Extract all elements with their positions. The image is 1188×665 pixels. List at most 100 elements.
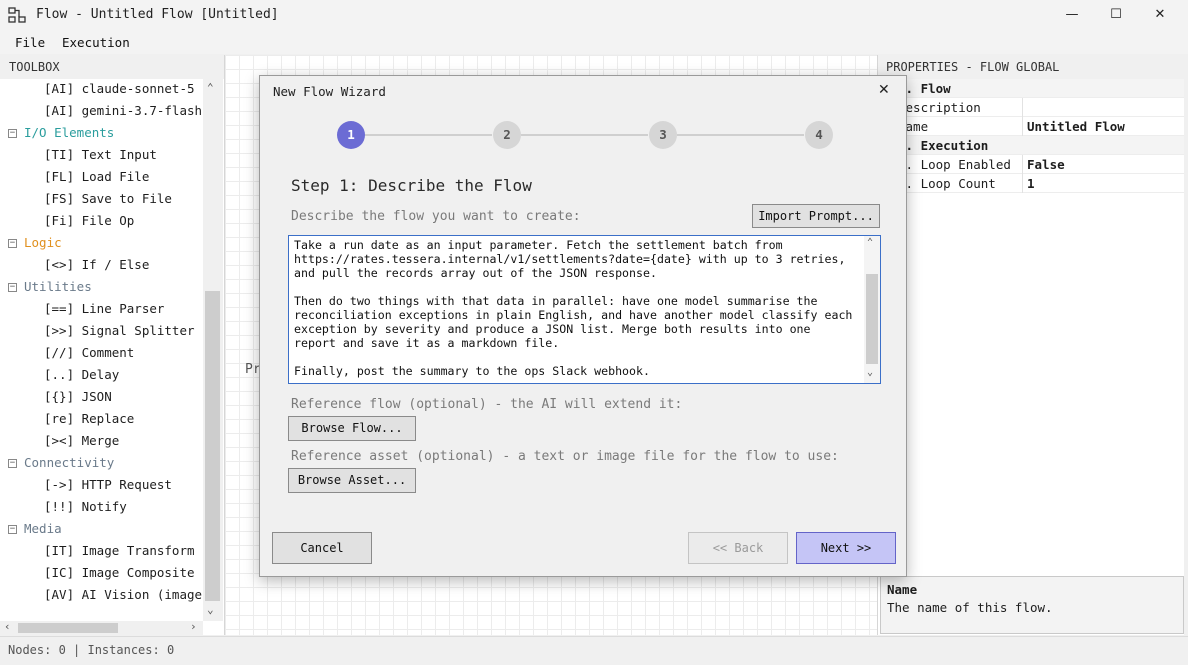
property-row[interactable]: b. Loop Count 1 <box>878 174 1184 193</box>
describe-label: Describe the flow you want to create: <box>291 209 581 224</box>
toolbox-item[interactable]: [..] Delay <box>44 365 203 387</box>
app-flow-icon <box>8 7 26 23</box>
textarea-scrollbar[interactable]: ⌃ ⌄ <box>864 236 880 383</box>
property-divider <box>1022 155 1023 174</box>
toolbox-header: TOOLBOX <box>0 55 224 79</box>
property-divider <box>1022 174 1023 193</box>
toolbox-item[interactable]: [FS] Save to File <box>44 189 203 211</box>
toolbox-item[interactable]: [!!] Notify <box>44 497 203 519</box>
property-row[interactable]: a. Loop Enabled False <box>878 155 1184 174</box>
title-bar: Flow - Untitled Flow [Untitled] — ☐ ✕ <box>0 0 1188 30</box>
property-value[interactable]: False <box>1027 157 1065 172</box>
menu-bar: File Execution <box>0 30 1188 54</box>
toolbox-tree: [AI] claude-sonnet-5 1 [AI] gemini-3.7-fl… <box>0 79 203 621</box>
step-indicator-3: 3 <box>649 121 677 149</box>
toolbox-vertical-scrollbar[interactable]: ⌃ ⌄ <box>203 79 223 621</box>
toolbox-item[interactable]: [->] HTTP Request <box>44 475 203 497</box>
flow-description-text[interactable]: Take a run date as an input parameter. F… <box>294 238 860 378</box>
property-row[interactable]: Description <box>878 98 1184 117</box>
dialog-title: New Flow Wizard <box>273 84 386 99</box>
dialog-close-icon[interactable]: ✕ <box>878 82 890 98</box>
property-key: a. Loop Enabled <box>898 157 1011 172</box>
property-description-box: Name The name of this flow. <box>880 576 1184 634</box>
toolbox-horizontal-scrollbar[interactable]: ‹ › <box>0 620 203 635</box>
toolbox-group[interactable]: − Media <box>0 519 203 541</box>
step-indicator-4: 4 <box>805 121 833 149</box>
window-title: Flow - Untitled Flow [Untitled] <box>36 7 279 22</box>
flow-description-textarea[interactable]: Take a run date as an input parameter. F… <box>288 235 881 384</box>
property-value[interactable]: 1 <box>1027 176 1035 191</box>
scroll-down-arrow-icon[interactable]: ⌄ <box>207 603 214 616</box>
toolbox-item[interactable]: [AI] gemini-3.7-flash 1 <box>44 101 203 123</box>
next-button[interactable]: Next >> <box>796 532 896 564</box>
maximize-button[interactable]: ☐ <box>1096 4 1136 26</box>
browse-flow-button[interactable]: Browse Flow... <box>288 416 416 441</box>
scrollbar-thumb[interactable] <box>18 623 118 633</box>
toolbox-group-label: I/O Elements <box>24 125 115 140</box>
scroll-up-arrow-icon[interactable]: ⌃ <box>207 81 214 94</box>
property-key: Description <box>898 100 981 115</box>
toolbox-item[interactable]: [AV] AI Vision (image t <box>44 585 203 607</box>
toolbox-item[interactable]: [IT] Image Transform <box>44 541 203 563</box>
menu-file[interactable]: File <box>15 35 45 50</box>
step-indicator-2: 2 <box>493 121 521 149</box>
toolbox-panel: TOOLBOX [AI] claude-sonnet-5 1 [AI] gemin… <box>0 55 225 635</box>
close-window-button[interactable]: ✕ <box>1140 4 1180 26</box>
browse-asset-button[interactable]: Browse Asset... <box>288 468 416 493</box>
back-button[interactable]: << Back <box>688 532 788 564</box>
properties-header: PROPERTIES - FLOW GLOBAL <box>878 55 1185 79</box>
toolbox-item[interactable]: [{}] JSON <box>44 387 203 409</box>
cancel-button[interactable]: Cancel <box>272 532 372 564</box>
status-text: Nodes: 0 | Instances: 0 <box>8 643 175 657</box>
step-connector <box>521 134 648 136</box>
status-bar: Nodes: 0 | Instances: 0 <box>0 636 1188 665</box>
step-connector <box>677 134 804 136</box>
step-indicator-1: 1 <box>337 121 365 149</box>
collapse-toggle-icon[interactable]: − <box>8 129 17 138</box>
reference-flow-label: Reference flow (optional) - the AI will … <box>291 397 683 412</box>
menu-execution[interactable]: Execution <box>62 35 130 50</box>
property-description-text: The name of this flow. <box>887 600 1053 615</box>
toolbox-group-label: Media <box>24 521 62 536</box>
scrollbar-thumb[interactable] <box>866 274 878 364</box>
collapse-toggle-icon[interactable]: − <box>8 459 17 468</box>
toolbox-item[interactable]: [//] Comment <box>44 343 203 365</box>
toolbox-group[interactable]: − Utilities <box>0 277 203 299</box>
import-prompt-button[interactable]: Import Prompt... <box>752 204 880 228</box>
toolbox-item[interactable]: [AI] claude-sonnet-5 1 <box>44 79 203 101</box>
toolbox-item[interactable]: [Fi] File Op <box>44 211 203 233</box>
property-value[interactable]: Untitled Flow <box>1027 119 1125 134</box>
property-description-name: Name <box>887 582 918 597</box>
step-heading: Step 1: Describe the Flow <box>291 176 532 195</box>
collapse-toggle-icon[interactable]: − <box>8 239 17 248</box>
toolbox-item[interactable]: [TI] Text Input <box>44 145 203 167</box>
minimize-button[interactable]: — <box>1052 4 1092 26</box>
property-divider <box>1022 98 1023 117</box>
toolbox-item[interactable]: [FL] Load File <box>44 167 203 189</box>
scroll-left-arrow-icon[interactable]: ‹ <box>4 620 11 633</box>
toolbox-item[interactable]: [>>] Signal Splitter <box>44 321 203 343</box>
toolbox-group[interactable]: − I/O Elements <box>0 123 203 145</box>
reference-asset-label: Reference asset (optional) - a text or i… <box>291 449 839 464</box>
property-category[interactable]: 2. Execution <box>878 136 1184 155</box>
toolbox-item[interactable]: [><] Merge <box>44 431 203 453</box>
scroll-up-arrow-icon[interactable]: ⌃ <box>867 237 873 248</box>
toolbox-group-label: Connectivity <box>24 455 115 470</box>
toolbox-item[interactable]: [<>] If / Else <box>44 255 203 277</box>
toolbox-group[interactable]: − Connectivity <box>0 453 203 475</box>
toolbox-group-label: Logic <box>24 235 62 250</box>
toolbox-group[interactable]: − Logic <box>0 233 203 255</box>
collapse-toggle-icon[interactable]: − <box>8 525 17 534</box>
property-divider <box>1022 117 1023 136</box>
property-key: 2. Execution <box>898 138 989 153</box>
scrollbar-thumb[interactable] <box>205 291 220 601</box>
collapse-toggle-icon[interactable]: − <box>8 283 17 292</box>
toolbox-item[interactable]: [re] Replace <box>44 409 203 431</box>
property-category[interactable]: 1. Flow <box>878 79 1184 98</box>
toolbox-item[interactable]: [IC] Image Composite <box>44 563 203 585</box>
properties-title: PROPERTIES - FLOW GLOBAL <box>886 60 1060 74</box>
toolbox-item[interactable]: [==] Line Parser <box>44 299 203 321</box>
property-row[interactable]: Name Untitled Flow <box>878 117 1184 136</box>
scroll-down-arrow-icon[interactable]: ⌄ <box>867 367 873 378</box>
scroll-right-arrow-icon[interactable]: › <box>190 620 197 633</box>
